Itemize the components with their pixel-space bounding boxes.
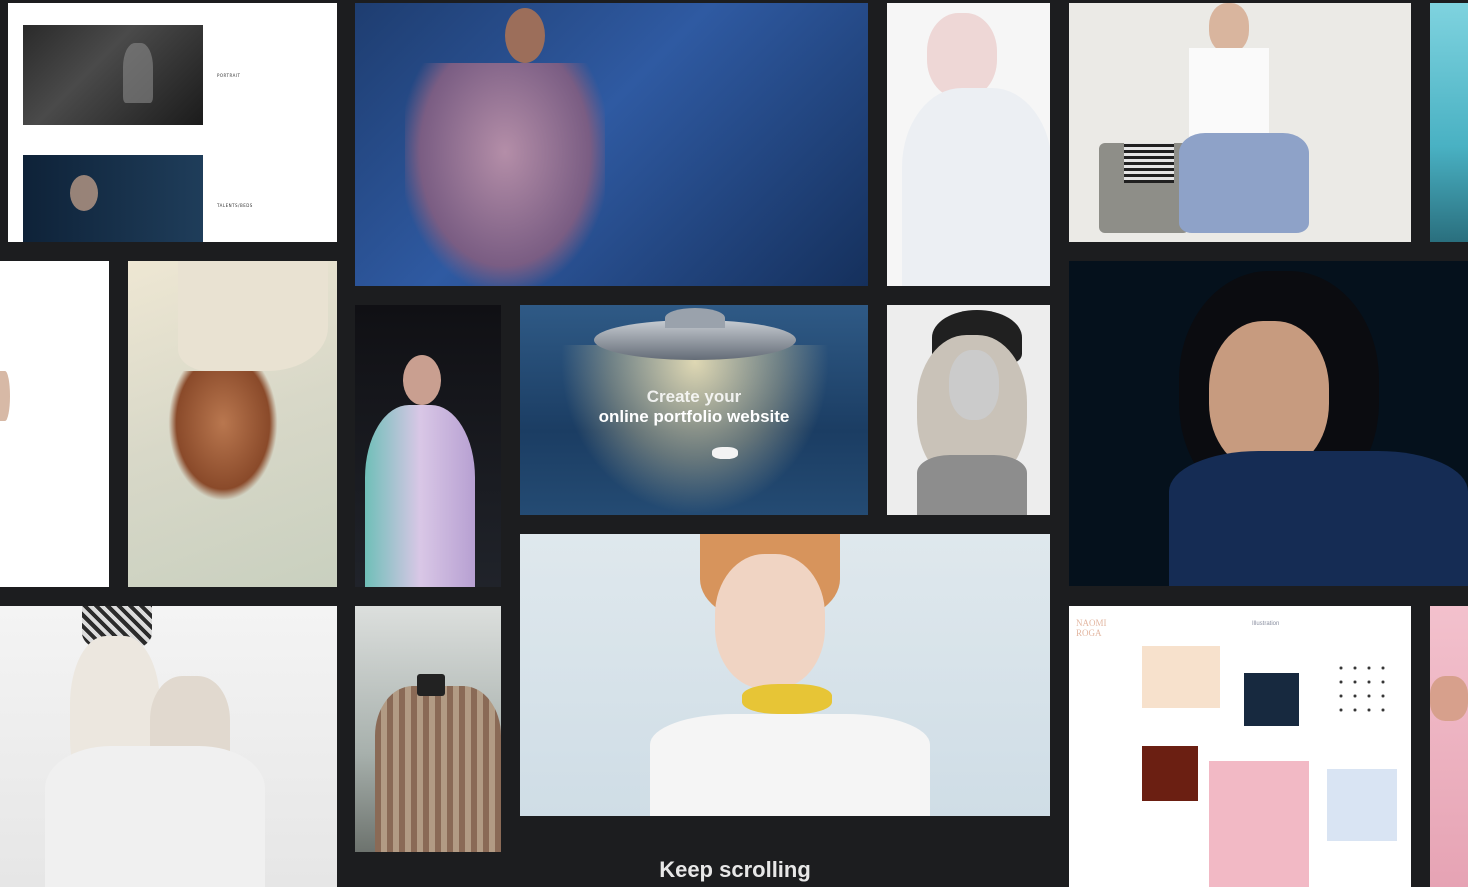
- white-studio-photo-cropped[interactable]: [0, 261, 109, 587]
- camera-icon: [417, 674, 445, 696]
- blanket-shape: [1124, 143, 1174, 183]
- portfolio-website-thumbnail[interactable]: PORTRAIT TALENTS/BEDS: [8, 3, 337, 242]
- hero-headline: Create your online portfolio website: [520, 387, 868, 427]
- ufo-dome-icon: [665, 308, 725, 328]
- yellow-collar-shape: [742, 684, 832, 714]
- vintage-car-photo-cropped[interactable]: [1430, 3, 1468, 242]
- sweater-shape: [45, 746, 265, 887]
- arm-detail: [0, 371, 10, 421]
- sweater-shape: [1169, 451, 1468, 586]
- woman-with-chihuahua-photo[interactable]: [0, 606, 337, 887]
- hero-line-2: online portfolio website: [598, 407, 790, 426]
- illustration-thumb-brown: [1142, 746, 1198, 801]
- face-shape: [949, 350, 999, 420]
- portfolio-item-label: PORTRAIT: [217, 73, 241, 78]
- face-shape: [1209, 3, 1249, 53]
- face-shape: [1209, 321, 1329, 471]
- face-shape: [70, 175, 98, 211]
- upside-down-portrait-photo[interactable]: [128, 261, 337, 587]
- illustration-thumb-pink: [1209, 761, 1309, 887]
- platinum-hair-white-coat-photo[interactable]: [887, 3, 1050, 286]
- woman-blue-tile-wall-photo[interactable]: [355, 3, 868, 286]
- jeans-shape: [1179, 133, 1309, 233]
- black-white-portrait-photo: [23, 25, 203, 125]
- lace-dress-shape: [405, 63, 605, 286]
- shirt-shape: [650, 714, 930, 816]
- face-shape: [505, 8, 545, 63]
- illustration-thumb-sketch: [1334, 661, 1394, 721]
- shirt-shape: [917, 455, 1027, 515]
- illustration-thumb-peach: [1142, 646, 1220, 708]
- red-hair-yellow-collar-portrait[interactable]: [520, 534, 1050, 816]
- woman-dark-background-portrait[interactable]: [1069, 261, 1468, 586]
- coat-shape: [902, 88, 1050, 286]
- pink-hand-photo-cropped[interactable]: [1430, 606, 1468, 887]
- hand-shape: [1430, 676, 1468, 721]
- singer-on-stage-photo[interactable]: [355, 305, 501, 587]
- hair-shape: [168, 371, 278, 501]
- keep-scrolling-label: Keep scrolling: [659, 857, 811, 882]
- face-shape: [403, 355, 441, 405]
- face-shape: [715, 554, 825, 689]
- portfolio-item-label: TALENTS/BEDS: [217, 203, 253, 208]
- face-shape: [927, 13, 997, 98]
- photographer-with-camera-photo[interactable]: [355, 606, 501, 852]
- blonde-woman-hat-bw-photo[interactable]: [887, 305, 1050, 515]
- jacket-shape: [375, 686, 501, 852]
- jacket-shape: [178, 261, 328, 371]
- tshirt-shape: [1189, 48, 1269, 138]
- blue-portrait-photo: [23, 155, 203, 242]
- turtleneck-shape: [365, 405, 475, 587]
- create-portfolio-hero-banner[interactable]: Create your online portfolio website: [520, 305, 868, 515]
- illustration-portfolio-thumbnail[interactable]: NAOMI ROGA Illustration: [1069, 606, 1411, 887]
- section-title: Illustration: [1252, 621, 1280, 627]
- woman-wide-jeans-photo[interactable]: [1069, 3, 1411, 242]
- illustration-thumb-lightblue: [1327, 769, 1397, 841]
- hero-line-1: Create your: [646, 387, 742, 406]
- artist-name: NAOMI ROGA: [1076, 618, 1107, 638]
- light-beam: [560, 345, 830, 515]
- illustration-thumb-navy: [1244, 673, 1299, 726]
- cow-icon: [712, 447, 738, 459]
- figure-silhouette: [123, 43, 153, 103]
